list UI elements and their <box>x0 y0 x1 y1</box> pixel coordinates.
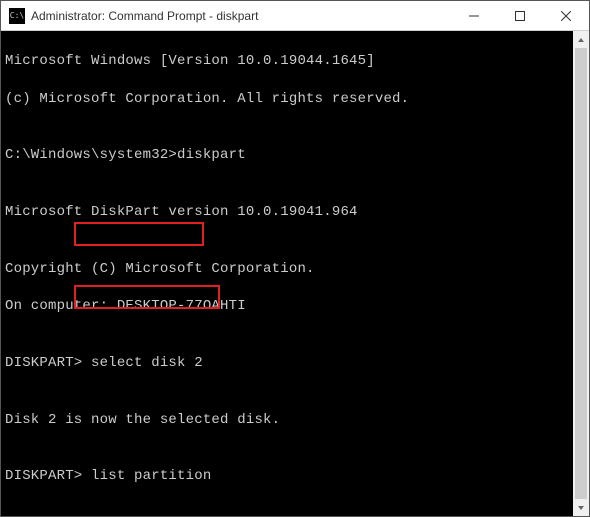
scroll-down-button[interactable] <box>573 499 589 516</box>
prompt: DISKPART> <box>5 355 82 371</box>
output-line: Disk 2 is now the selected disk. <box>5 411 569 430</box>
prompt-line: DISKPART> list partition <box>5 467 569 486</box>
prompt-line: DISKPART> select disk 2 <box>5 354 569 373</box>
prompt-line: C:\Windows\system32>diskpart <box>5 146 569 165</box>
minimize-button[interactable] <box>451 1 497 30</box>
titlebar[interactable]: C:\ Administrator: Command Prompt - disk… <box>1 1 589 31</box>
command: list partition <box>82 468 211 484</box>
command-prompt-window: C:\ Administrator: Command Prompt - disk… <box>0 0 590 517</box>
window-title: Administrator: Command Prompt - diskpart <box>31 9 451 23</box>
cmd-app-icon: C:\ <box>9 8 25 24</box>
output-line: Copyright (C) Microsoft Corporation. <box>5 260 569 279</box>
scroll-up-button[interactable] <box>573 31 589 48</box>
output-line: Microsoft Windows [Version 10.0.19044.16… <box>5 52 569 71</box>
chevron-down-icon <box>577 504 585 512</box>
chevron-up-icon <box>577 36 585 44</box>
window-controls <box>451 1 589 30</box>
prompt: C:\Windows\system32> <box>5 147 177 163</box>
output-line: Microsoft DiskPart version 10.0.19041.96… <box>5 203 569 222</box>
minimize-icon <box>469 11 479 21</box>
terminal-output: Microsoft Windows [Version 10.0.19044.16… <box>5 33 569 516</box>
close-icon <box>561 11 571 21</box>
maximize-button[interactable] <box>497 1 543 30</box>
scrollbar-thumb[interactable] <box>575 48 587 499</box>
output-line: On computer: DESKTOP-77OAHTI <box>5 297 569 316</box>
terminal-area[interactable]: Microsoft Windows [Version 10.0.19044.16… <box>1 31 589 516</box>
vertical-scrollbar[interactable] <box>573 31 589 516</box>
prompt: DISKPART> <box>5 468 82 484</box>
scrollbar-track[interactable] <box>573 48 589 499</box>
command: diskpart <box>177 147 246 163</box>
command: select disk 2 <box>82 355 202 371</box>
output-line: (c) Microsoft Corporation. All rights re… <box>5 90 569 109</box>
maximize-icon <box>515 11 525 21</box>
close-button[interactable] <box>543 1 589 30</box>
